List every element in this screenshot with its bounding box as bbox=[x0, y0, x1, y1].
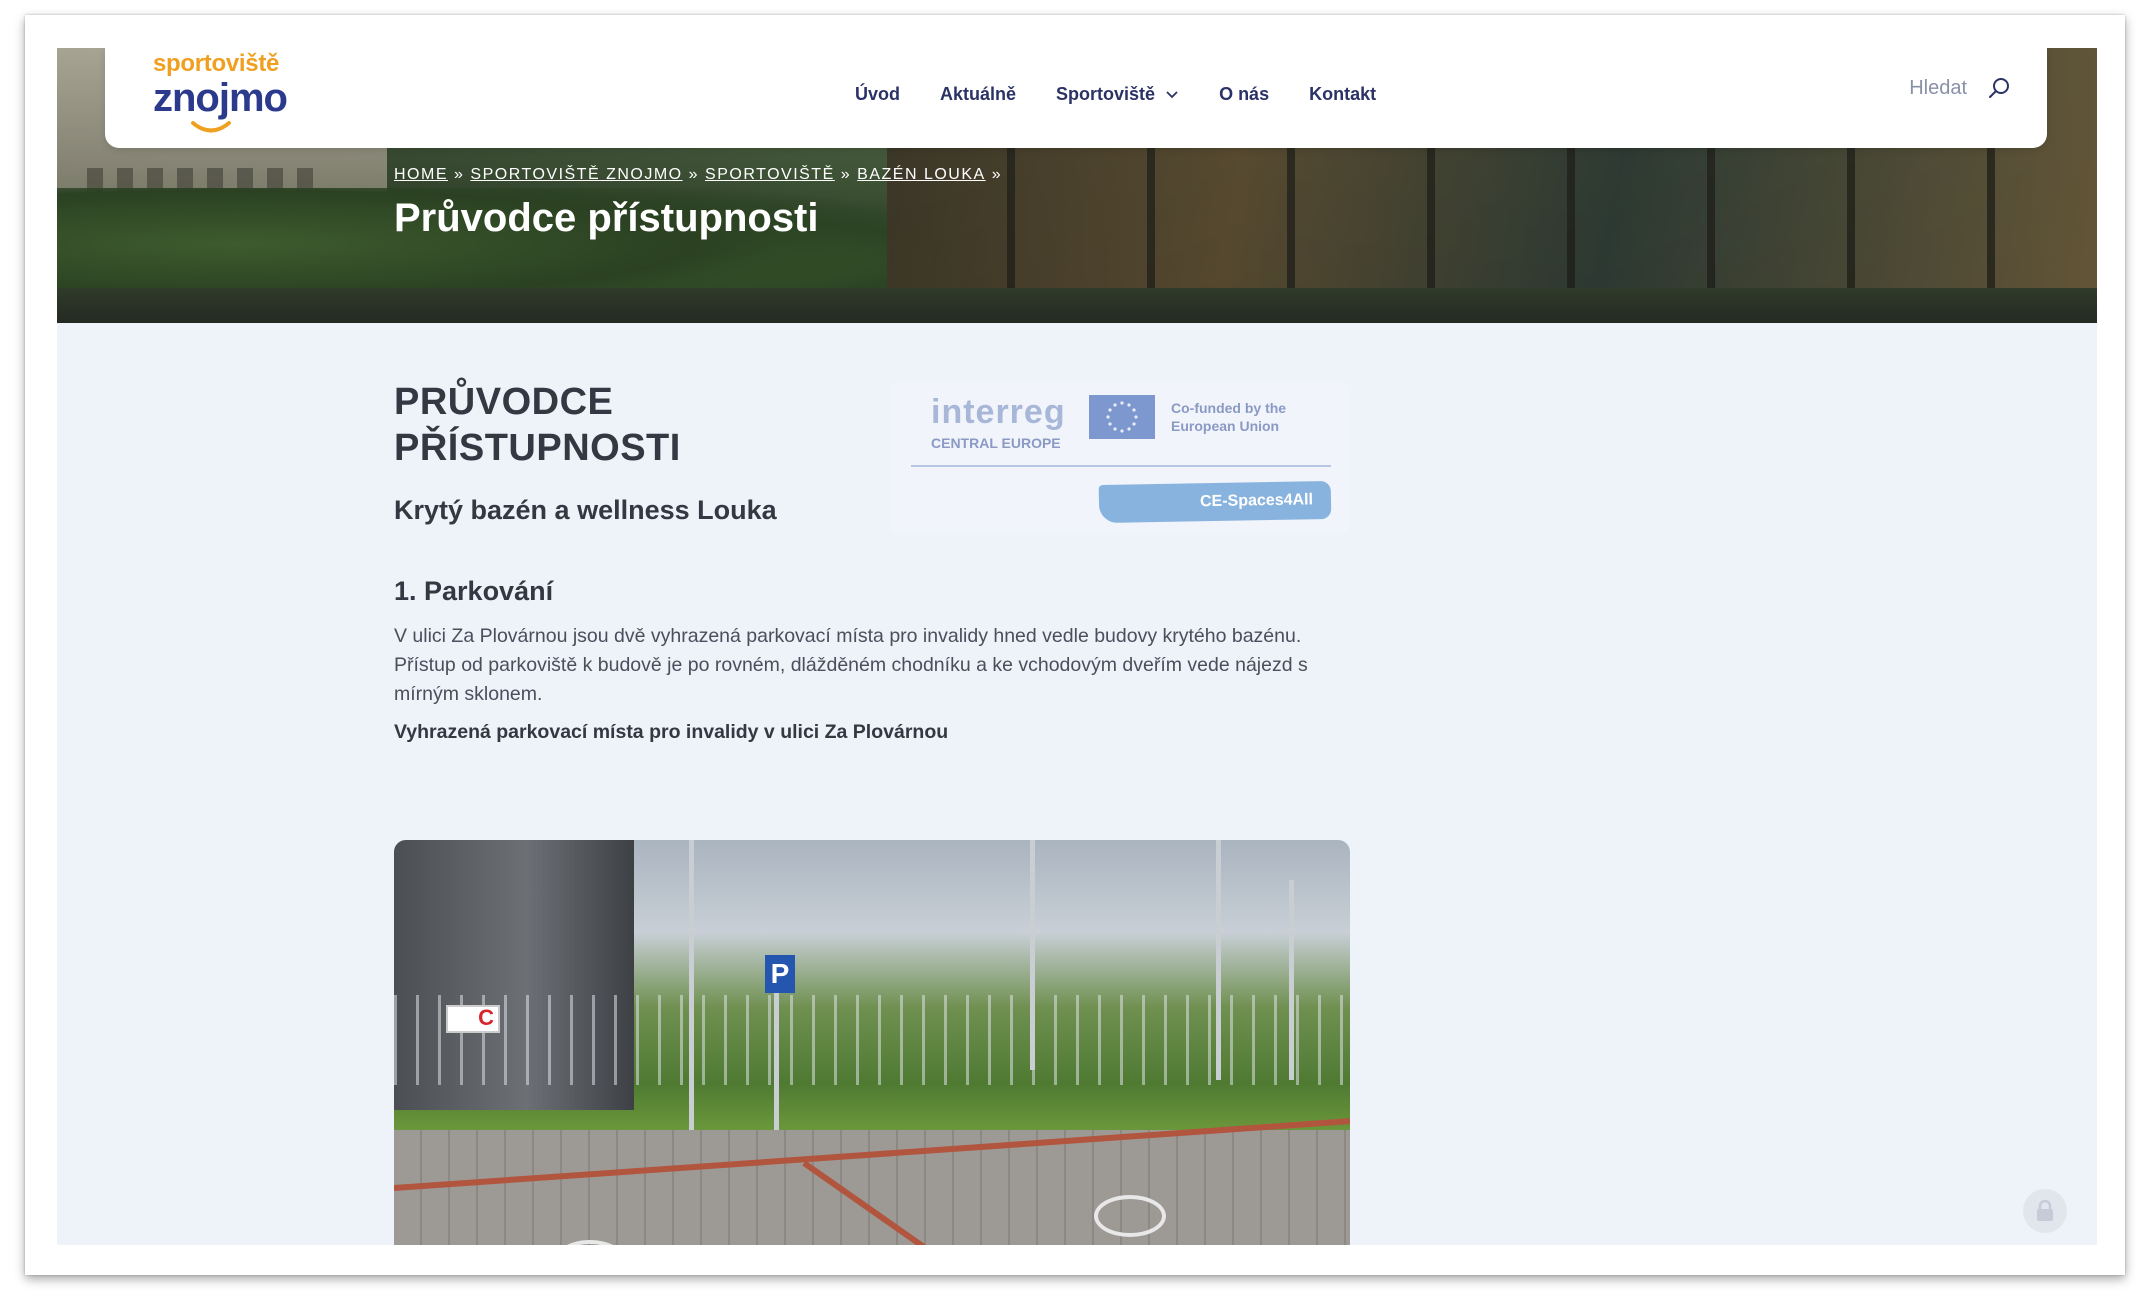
breadcrumb-home[interactable]: HOME bbox=[394, 166, 448, 183]
nav-item-kontakt[interactable]: Kontakt bbox=[1289, 74, 1396, 115]
content-subtitle: Krytý bazén a wellness Louka bbox=[394, 495, 777, 525]
privacy-lock-button[interactable] bbox=[2023, 1189, 2067, 1233]
breadcrumb-separator: » bbox=[688, 166, 700, 183]
search-area[interactable]: Hledat bbox=[1909, 76, 2011, 100]
project-tag: CE-Spaces4All bbox=[1098, 480, 1332, 524]
site-header: sportoviště znojmo Úvod Aktuálně Sportov… bbox=[105, 48, 2047, 148]
breadcrumb-separator: » bbox=[454, 166, 465, 183]
nav-item-uvod[interactable]: Úvod bbox=[835, 74, 920, 115]
nav-label: Aktuálně bbox=[940, 84, 1017, 104]
page-viewport: HOME » SPORTOVIŠTĚ ZNOJMO » SPORTOVIŠTĚ » BAZÉ… bbox=[57, 48, 2097, 1245]
parking-photo: C P bbox=[394, 840, 1350, 1245]
photo-pole bbox=[1030, 840, 1035, 1070]
site-logo[interactable]: sportoviště znojmo bbox=[153, 50, 293, 140]
photo-caption: Vyhrazená parkovací místa pro invalidy v… bbox=[394, 721, 949, 743]
breadcrumb-separator: » bbox=[840, 166, 852, 183]
breadcrumb-bazen-louka[interactable]: BAZÉN LOUKA bbox=[857, 166, 986, 183]
wheelchair-marking-icon bbox=[1094, 1195, 1166, 1237]
content-title: PRŮVODCE PŘÍSTUPNOSTI bbox=[394, 381, 681, 469]
section-heading-parking: 1. Parkování bbox=[394, 576, 554, 606]
photo-bazen-sign: C bbox=[446, 1005, 500, 1033]
search-icon[interactable] bbox=[1987, 76, 2011, 100]
nav-item-aktualne[interactable]: Aktuálně bbox=[920, 74, 1036, 115]
logo-main-text: znojmo bbox=[153, 76, 288, 120]
lock-icon bbox=[2037, 1199, 2053, 1221]
photo-pole bbox=[1289, 880, 1294, 1080]
logo-smile-icon bbox=[191, 121, 231, 133]
hero-page-title: Průvodce přístupnosti bbox=[394, 196, 819, 240]
eu-flag-icon bbox=[1089, 395, 1155, 439]
nav-item-sportoviste[interactable]: Sportoviště bbox=[1036, 74, 1199, 115]
interreg-badge: interreg CENTRAL EUROPE Co-funded by the… bbox=[889, 383, 1349, 533]
interreg-logo-sub: CENTRAL EUROPE bbox=[931, 435, 1061, 451]
search-label[interactable]: Hledat bbox=[1909, 77, 1967, 100]
photo-pole bbox=[689, 840, 694, 1140]
breadcrumb: HOME » SPORTOVIŠTĚ ZNOJMO » SPORTOVIŠTĚ » BAZÉ… bbox=[394, 166, 1008, 184]
photo-pole bbox=[774, 990, 779, 1140]
breadcrumb-sportoviste[interactable]: SPORTOVIŠTĚ bbox=[705, 166, 835, 183]
main-nav: Úvod Aktuálně Sportoviště O nás Kontakt bbox=[835, 74, 1396, 115]
photo-pole bbox=[1216, 840, 1221, 1080]
photo-pavement bbox=[394, 1130, 1350, 1245]
photo-fence bbox=[394, 995, 1350, 1085]
parking-sign-icon: P bbox=[765, 955, 795, 993]
nav-label: Kontakt bbox=[1309, 84, 1377, 104]
hero-ground bbox=[57, 288, 2097, 323]
badge-divider bbox=[911, 465, 1331, 467]
nav-label: O nás bbox=[1219, 84, 1270, 104]
chevron-down-icon bbox=[1166, 90, 1178, 98]
logo-top-text: sportoviště bbox=[153, 50, 280, 77]
nav-item-o-nas[interactable]: O nás bbox=[1199, 74, 1289, 115]
nav-label: Sportoviště bbox=[1056, 84, 1156, 104]
nav-label: Úvod bbox=[855, 84, 900, 104]
breadcrumb-sportoviste-znojmo[interactable]: SPORTOVIŠTĚ ZNOJMO bbox=[470, 166, 682, 183]
section-paragraph-parking: V ulici Za Plovárnou jsou dvě vyhrazená … bbox=[394, 625, 1308, 705]
eu-cofunded-text: Co-funded by the European Union bbox=[1171, 400, 1287, 434]
interreg-logo-text: interreg bbox=[931, 393, 1066, 431]
photo-bazen-letter: C bbox=[478, 1005, 494, 1030]
breadcrumb-separator: » bbox=[991, 166, 1003, 183]
